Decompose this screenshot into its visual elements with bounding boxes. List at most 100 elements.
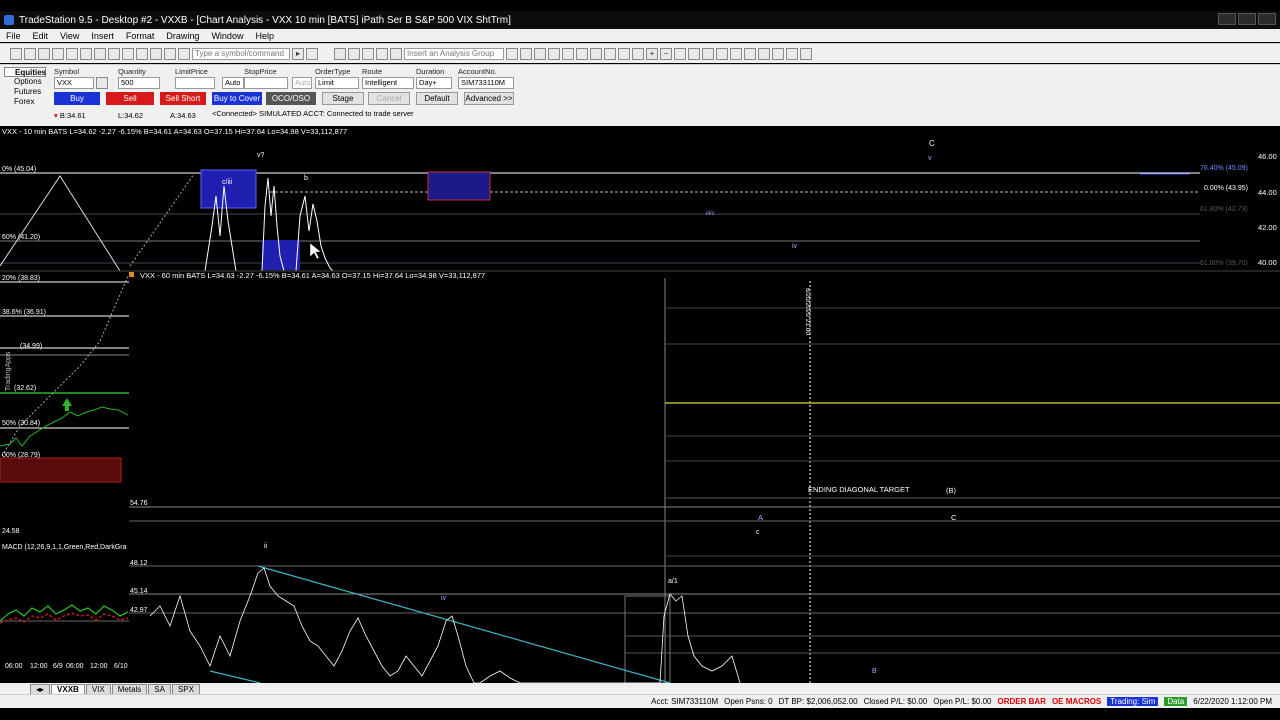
tab-spx[interactable]: SPX [171,684,200,694]
arrow-up-icon[interactable] [758,47,770,60]
wave-B-paren: (B) [946,486,957,495]
symbol-command-input[interactable]: Type a symbol/command [192,47,290,60]
sell-short-button[interactable]: Sell Short [160,92,206,105]
go-arrow-icon[interactable]: ▸ [292,47,304,60]
new-icon[interactable] [10,47,22,60]
open-icon[interactable] [24,47,36,60]
oco-oso-button[interactable]: OCO/OSO [266,92,316,105]
strategy-icon[interactable] [362,47,374,60]
zoom-out-icon[interactable]: − [660,47,672,60]
wave-A: A [758,513,763,522]
text-icon[interactable] [800,47,812,60]
duration-select[interactable]: Day+ [416,77,452,89]
tab-nav-left-icon[interactable]: ◂▸ [30,684,51,694]
macd-panel[interactable]: MACD (12,26,9,1,1,Green,Red,DarkGra 06:0… [0,544,129,670]
bar-icon[interactable] [590,47,602,60]
sell-button[interactable]: Sell [106,92,154,105]
limit-auto-field[interactable]: Auto [222,77,244,89]
price-series-60min [149,567,741,684]
circle-icon[interactable] [772,47,784,60]
advanced-button[interactable]: Advanced >> [464,92,514,105]
minimize-button[interactable] [1218,13,1236,25]
chart-window-icon[interactable] [136,47,148,60]
stage-button[interactable]: Stage [322,92,364,105]
route-select[interactable]: Intelligent [362,77,414,89]
menu-drawing[interactable]: Drawing [160,31,205,41]
link-icon[interactable] [122,47,134,60]
data-window-icon[interactable] [618,47,630,60]
cancel-button[interactable]: Cancel [368,92,410,105]
scale-icon[interactable] [376,47,388,60]
quantity-field[interactable]: 500 [118,77,160,89]
tab-vix[interactable]: VIX [85,684,111,694]
ohlc-icon[interactable] [576,47,588,60]
tab-vxxb[interactable]: VXXB [51,684,85,694]
radar-icon[interactable] [150,47,162,60]
scanner-icon[interactable] [178,47,190,60]
status-oe-macros[interactable]: OE MACROS [1052,697,1101,706]
symbol-lookup-icon[interactable] [96,77,108,89]
vertical-line-icon[interactable] [730,47,742,60]
left-mini-chart[interactable]: 20% (38.83) 38.6% (36.91) (34.99) (32.62… [0,275,129,535]
trendline-icon[interactable] [702,47,714,60]
fibonacci-icon[interactable] [744,47,756,60]
default-button[interactable]: Default [416,92,458,105]
copy-icon[interactable] [80,47,92,60]
refresh-icon[interactable] [534,47,546,60]
menu-window[interactable]: Window [205,31,249,41]
tools-icon[interactable] [390,47,402,60]
status-trading-sim[interactable]: Trading: Sim [1107,697,1159,706]
limit-price-field[interactable] [175,77,215,89]
pointer-icon[interactable] [674,47,686,60]
save-icon[interactable] [38,47,50,60]
menu-view[interactable]: View [54,31,85,41]
asset-options[interactable]: Options [4,77,46,87]
stop-price-field[interactable] [244,77,288,89]
menu-insert[interactable]: Insert [85,31,120,41]
horizontal-line-icon[interactable] [716,47,728,60]
analysis-group-input[interactable]: Insert an Analysis Group [404,47,504,60]
print-icon[interactable] [52,47,64,60]
menu-edit[interactable]: Edit [27,31,55,41]
asset-equities[interactable]: Equities [4,67,46,77]
magnifier-icon[interactable] [306,47,318,60]
bar-chart-icon[interactable] [506,47,518,60]
indicator-icon[interactable] [348,47,360,60]
status-order-bar[interactable]: ORDER BAR [998,697,1046,706]
stop-auto-field[interactable]: Auto [292,77,312,89]
cut-icon[interactable] [66,47,78,60]
account-select[interactable]: SIM733110M [458,77,514,89]
menu-file[interactable]: File [0,31,27,41]
matrix-icon[interactable] [164,47,176,60]
trading-apps-label[interactable]: TradingApps [5,351,12,391]
tab-sa[interactable]: SA [148,684,171,694]
line-chart-icon[interactable] [562,47,574,60]
order-type-select[interactable]: Limit [315,77,359,89]
tab-metals[interactable]: Metals [111,684,148,694]
chart-area[interactable]: VXX - 10 min BATS L=34.62 -2.27 -6.15% B… [0,126,1280,684]
scissors-icon[interactable] [688,47,700,60]
symbol-field[interactable]: VXX [54,77,94,89]
paste-icon[interactable] [94,47,106,60]
asset-futures[interactable]: Futures [4,87,46,97]
format-icon[interactable] [334,47,346,60]
status-data[interactable]: Data [1164,697,1188,706]
lock-icon[interactable] [108,47,120,60]
buy-button[interactable]: Buy [54,92,100,105]
rectangle-icon[interactable] [786,47,798,60]
chart-60min[interactable]: VXX - 60 min BATS L=34.63 -2.27 -6.15% B… [129,271,1280,684]
restore-button[interactable] [1238,13,1256,25]
zoom-in-icon[interactable]: + [646,47,658,60]
status-open-positions: Open Psns: 0 [724,697,773,706]
buy-to-cover-button[interactable]: Buy to Cover [212,92,262,105]
menu-help[interactable]: Help [249,31,280,41]
asset-forex[interactable]: Forex [4,97,46,107]
candlestick-icon[interactable] [520,47,532,60]
crosshair-icon[interactable] [604,47,616,60]
grid-icon[interactable] [548,47,560,60]
chart-10min[interactable]: VXX - 10 min BATS L=34.62 -2.27 -6.15% B… [0,126,1280,272]
color-icon[interactable] [632,47,644,60]
charts-svg[interactable]: VXX - 10 min BATS L=34.62 -2.27 -6.15% B… [0,126,1280,684]
menu-format[interactable]: Format [120,31,161,41]
close-button[interactable] [1258,13,1276,25]
